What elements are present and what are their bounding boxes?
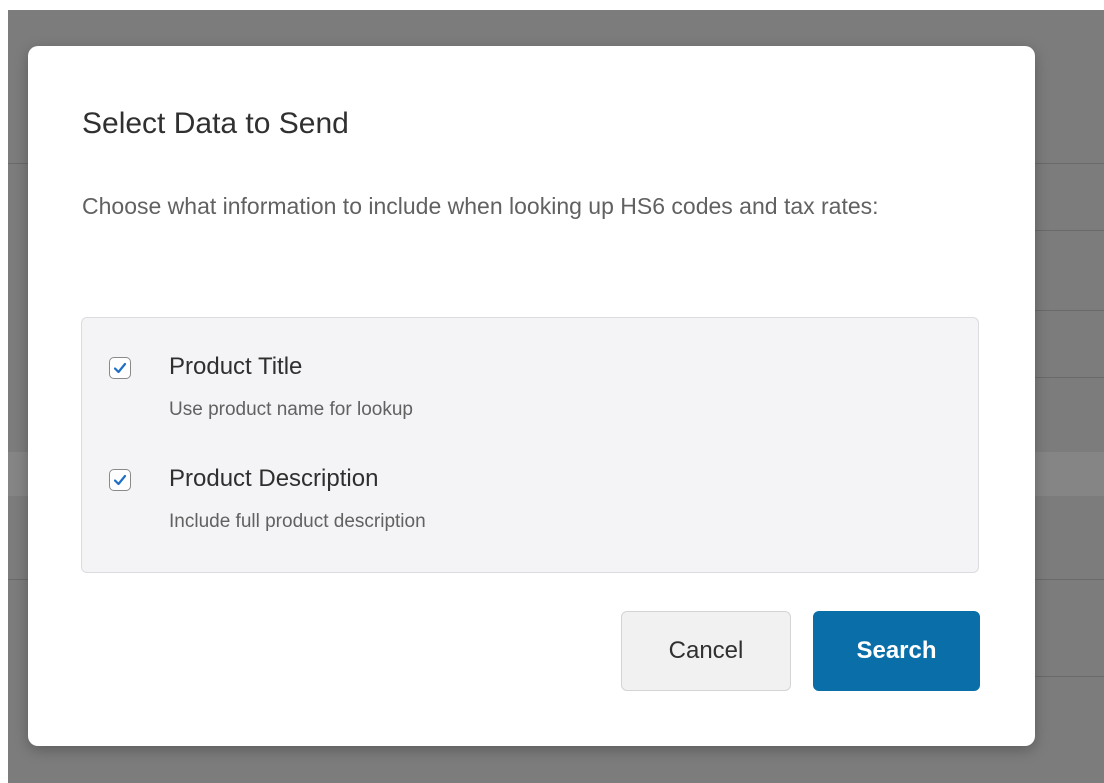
- option-product-title: Product Title Use product name for looku…: [82, 318, 978, 420]
- option-product-description: Product Description Include full product…: [82, 430, 978, 532]
- product-title-checkbox[interactable]: [109, 357, 131, 379]
- product-description-label[interactable]: Product Description: [169, 464, 378, 494]
- background-divider: [1035, 163, 1104, 164]
- background-divider: [8, 579, 28, 580]
- product-title-label[interactable]: Product Title: [169, 352, 302, 382]
- backdrop-edge-top: [0, 0, 1104, 10]
- background-divider: [1035, 377, 1104, 378]
- backdrop-edge-left: [0, 0, 8, 783]
- modal-title: Select Data to Send: [82, 107, 349, 140]
- background-divider: [8, 163, 28, 164]
- product-description-checkbox[interactable]: [109, 469, 131, 491]
- background-divider: [1035, 230, 1104, 231]
- data-options-panel: Product Title Use product name for looku…: [81, 317, 979, 573]
- checkmark-icon: [113, 474, 127, 486]
- background-divider: [1035, 579, 1104, 580]
- product-title-help-text: Use product name for lookup: [169, 399, 413, 420]
- background-divider: [1035, 676, 1104, 677]
- cancel-button[interactable]: Cancel: [621, 611, 791, 691]
- modal-description: Choose what information to include when …: [82, 193, 879, 219]
- search-button[interactable]: Search: [813, 611, 980, 691]
- product-description-help-text: Include full product description: [169, 511, 426, 532]
- background-divider: [1035, 310, 1104, 311]
- checkmark-icon: [113, 362, 127, 374]
- select-data-modal: Select Data to Send Choose what informat…: [28, 46, 1035, 746]
